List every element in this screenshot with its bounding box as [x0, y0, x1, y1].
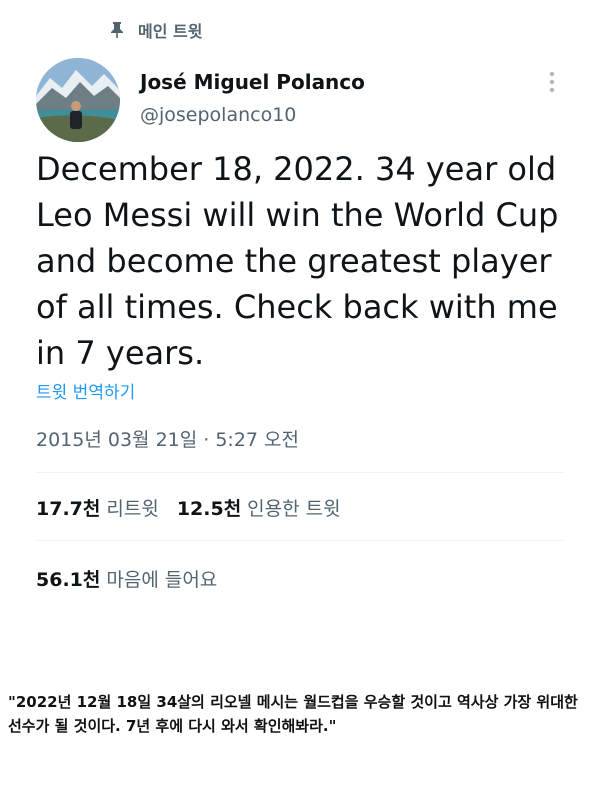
quotes-label: 인용한 트윗: [247, 498, 341, 520]
pin-icon: [111, 22, 123, 38]
divider: [36, 540, 564, 541]
quotes-count: 12.5천: [176, 498, 242, 520]
more-options-icon[interactable]: [546, 68, 558, 96]
pinned-header: 메인 트윗: [110, 18, 202, 42]
likes-count: 56.1천: [36, 569, 101, 591]
author-name[interactable]: José Miguel Polanco: [140, 70, 365, 94]
avatar-image: [36, 58, 120, 142]
pinned-label: 메인 트윗: [138, 22, 203, 41]
likes-stat[interactable]: 56.1천 마음에 들어요: [36, 565, 217, 592]
engagement-stats: 17.7천 리트윗 12.5천 인용한 트윗: [36, 494, 341, 521]
quotes-stat[interactable]: 12.5천 인용한 트윗: [177, 494, 341, 521]
author-handle[interactable]: @josepolanco10: [140, 104, 296, 126]
retweets-label: 리트윗: [106, 498, 159, 520]
translate-tweet-link[interactable]: 트윗 번역하기: [36, 378, 135, 403]
likes-label: 마음에 들어요: [106, 569, 218, 591]
tweet-timestamp[interactable]: 2015년 03월 21일 · 5:27 오전: [36, 425, 299, 452]
tweet-text: December 18, 2022. 34 year old Leo Messi…: [36, 150, 559, 372]
translation-caption: "2022년 12월 18일 34살의 리오넬 메시는 월드컵을 우승할 것이고…: [8, 693, 578, 735]
divider: [36, 472, 564, 473]
retweets-count: 17.7천: [36, 498, 101, 520]
retweets-stat[interactable]: 17.7천 리트윗: [36, 494, 159, 521]
avatar[interactable]: [36, 58, 120, 142]
